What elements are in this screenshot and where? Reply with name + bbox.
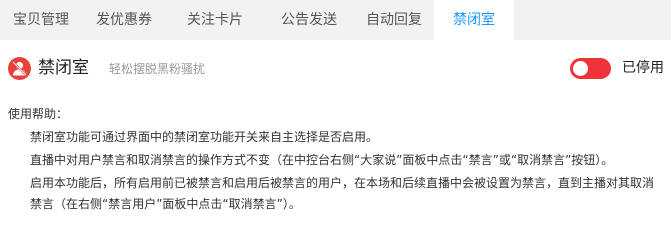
toggle-status-label: 已停用: [622, 60, 664, 76]
tab-announcement[interactable]: 公告发送: [264, 0, 354, 40]
tab-bar: 宝贝管理 发优惠券 关注卡片 公告发送 自动回复 禁闭室: [0, 0, 671, 40]
feature-title: 禁闭室: [38, 58, 89, 78]
tab-confinement-room[interactable]: 禁闭室: [434, 0, 514, 40]
tab-auto-reply[interactable]: 自动回复: [354, 0, 434, 40]
help-section: 使用帮助： 禁闭室功能可通过界面中的禁闭室功能开关来自主选择是否启用。 直播中对…: [8, 104, 663, 217]
tab-send-coupons[interactable]: 发优惠券: [82, 0, 166, 40]
help-item: 启用本功能后，所有启用前已被禁言和启用后被禁言的用户，在本场和后续直播中会被设置…: [30, 176, 655, 211]
help-item: 禁闭室功能可通过界面中的禁闭室功能开关来自主选择是否启用。: [30, 130, 379, 144]
toggle-knob: [573, 61, 588, 76]
person-ban-icon: [8, 57, 31, 80]
help-item: 直播中对用户禁言和取消禁言的操作方式不变（在中控台右侧“大家说”面板中点击“禁言…: [30, 153, 614, 167]
feature-header: 禁闭室 轻松摆脱黑粉骚扰 已停用: [0, 52, 671, 84]
help-title: 使用帮助：: [8, 107, 69, 121]
tab-product-management[interactable]: 宝贝管理: [0, 0, 82, 40]
tab-follow-card[interactable]: 关注卡片: [166, 0, 264, 40]
feature-subtitle: 轻松摆脱黑粉骚扰: [109, 62, 206, 76]
enable-toggle[interactable]: [570, 58, 611, 79]
